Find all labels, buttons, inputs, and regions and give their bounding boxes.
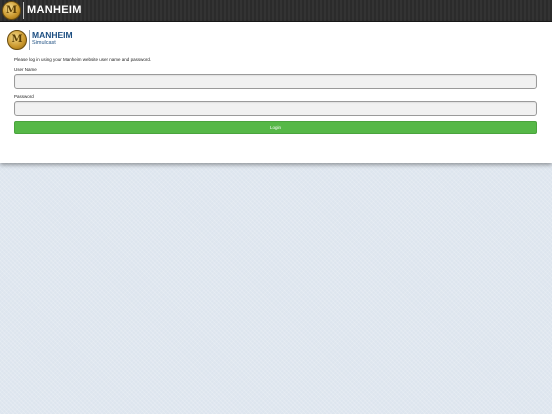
logo-divider — [29, 30, 30, 50]
password-field[interactable] — [14, 101, 537, 116]
top-bar: M MANHEIM — [0, 0, 552, 22]
password-label: Password — [14, 94, 34, 99]
header-divider — [23, 2, 24, 19]
login-button[interactable]: Login — [14, 121, 537, 134]
manheim-logo-icon: M — [2, 1, 21, 20]
header-brand: MANHEIM — [27, 4, 82, 16]
login-instructions: Please log in using your Manheim website… — [14, 57, 152, 62]
brand-subtitle: Simulcast — [32, 40, 56, 46]
logo-glyph: M — [11, 34, 23, 45]
username-label: User Name — [14, 67, 37, 72]
manheim-logo-icon: M — [7, 30, 27, 50]
logo-glyph: M — [5, 5, 18, 16]
username-field[interactable] — [14, 74, 537, 89]
brand-title: MANHEIM — [32, 30, 73, 40]
login-panel: M MANHEIM Simulcast Please log in using … — [0, 22, 552, 163]
